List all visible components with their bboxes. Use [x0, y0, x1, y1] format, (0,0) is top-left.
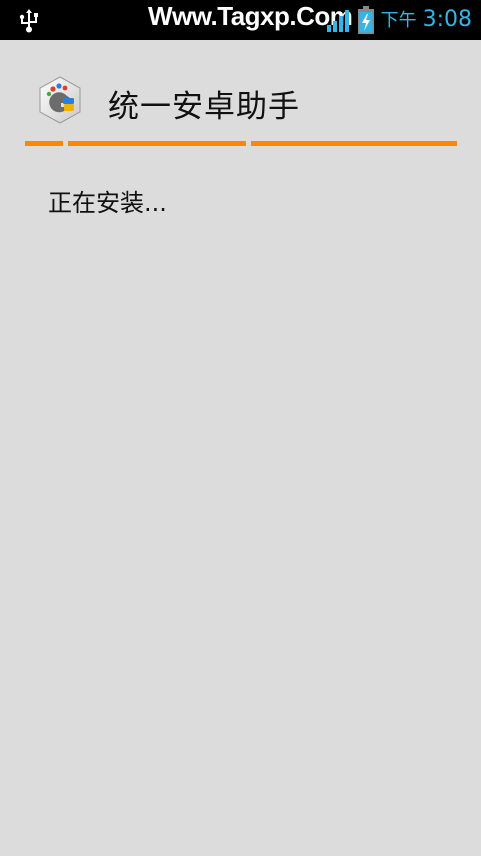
app-logo-icon — [39, 76, 81, 124]
signal-icon — [327, 10, 349, 32]
header-divider-segment — [25, 141, 63, 146]
clock-ampm: 下午 — [380, 10, 417, 31]
battery-charging-icon — [358, 6, 374, 34]
header-divider-segment — [68, 141, 246, 146]
header-divider-segment — [251, 141, 457, 146]
page-title: 统一安卓助手 — [108, 89, 300, 125]
clock: 下午 3:08 — [381, 6, 472, 32]
clock-time: 3:08 — [422, 7, 472, 32]
usb-icon — [19, 9, 38, 33]
title-bar: 统一安卓助手 — [0, 40, 481, 146]
watermark-text: Www.Tagxp.Com — [148, 1, 353, 31]
install-status-text: 正在安装... — [48, 189, 167, 217]
status-bar: Www.Tagxp.Com 下午 3:08 — [0, 0, 481, 40]
